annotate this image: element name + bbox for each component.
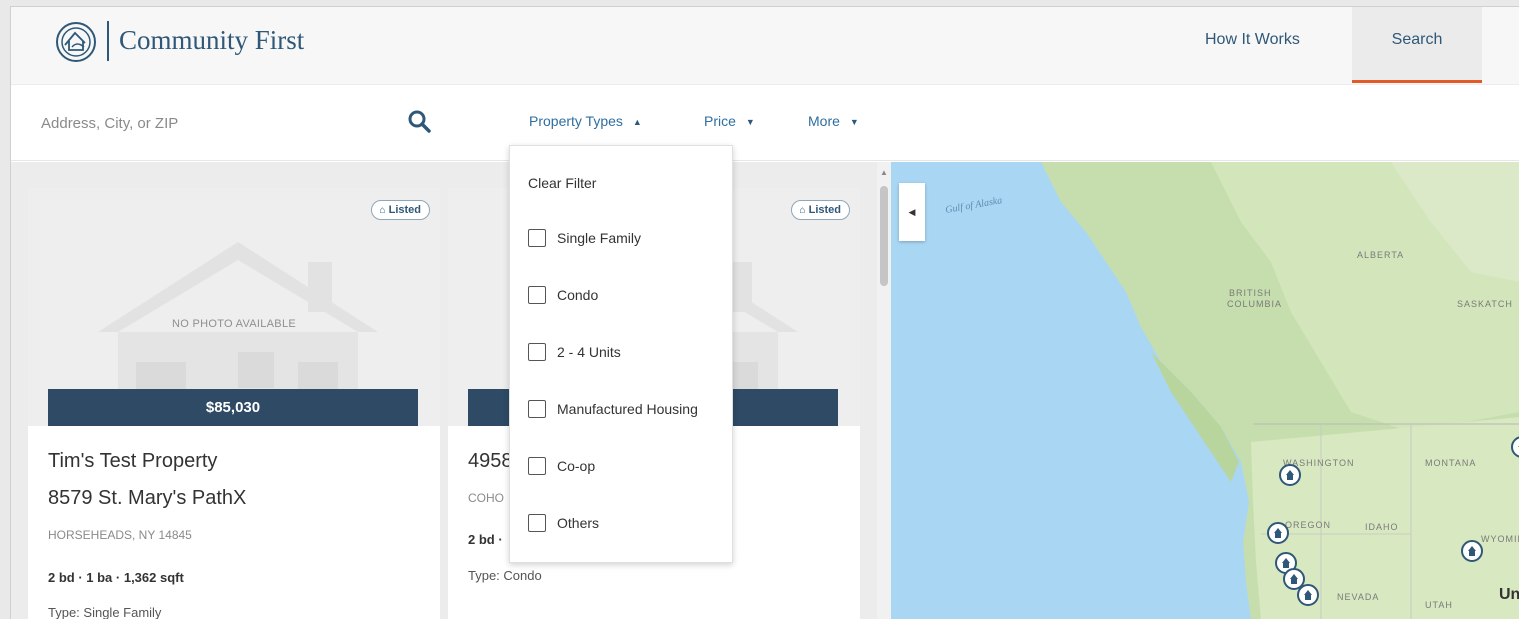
co-op-checkbox[interactable] [528,457,546,475]
map-label-idaho: IDAHO [1365,522,1399,532]
option-label: Others [557,515,600,531]
map-label-montana: MONTANA [1425,458,1477,468]
option-label: Manufactured Housing [557,401,698,417]
map-pin-home-icon[interactable] [1267,522,1289,544]
map-pin-home-icon[interactable] [1279,464,1301,486]
results-scrollbar[interactable]: ▲ [877,162,891,619]
nav-search-tab[interactable]: Search [1352,7,1482,83]
nav-how-it-works[interactable]: How It Works [1205,31,1300,49]
more-label: More [808,113,840,129]
map-label-saskatchewan: SASKATCH [1457,299,1513,309]
map-label-utah: UTAH [1425,600,1453,610]
logo-divider [107,21,109,61]
map-label-oregon: OREGON [1285,520,1332,530]
option-label: Co-op [557,458,596,474]
map-label-bc: BRITISH [1229,288,1272,298]
listing-price: $85,030 [48,389,418,426]
map-pin-home-icon[interactable] [1461,540,1483,562]
search-input[interactable] [41,107,381,139]
listing-card[interactable]: NO PHOTO AVAILABLE ⌂ Listed $85,030 Tim's… [28,188,440,619]
brand-name[interactable]: Community First [119,25,304,56]
option-label: 2 - 4 Units [557,344,621,360]
search-icon[interactable] [407,109,431,133]
others-checkbox[interactable] [528,514,546,532]
single-family-checkbox[interactable] [528,229,546,247]
listed-badge: ⌂ Listed [370,200,430,220]
caret-down-icon: ▼ [745,117,755,128]
community-first-logo-icon[interactable] [55,21,97,63]
home-icon: ⌂ [799,205,806,216]
filter-bar: Property Types ▲ Price ▼ More ▼ [11,85,1519,161]
option-label: Single Family [557,230,642,246]
property-types-dropdown: Clear Filter Single Family Condo 2 - 4 U… [509,145,733,563]
option-label: Condo [557,287,599,303]
listing-city: COHO [468,491,504,505]
listing-details: 2 bd · [468,532,503,547]
price-filter-button[interactable]: Price ▼ [704,113,755,129]
map-label-nevada: NEVADA [1337,592,1380,602]
map-view[interactable]: Gulf of Alaska ALBERTA BRITISH COLUMBIA … [891,162,1519,619]
scroll-thumb[interactable] [880,186,888,286]
browser-frame: Community First How It Works Search Prop… [10,6,1519,619]
listing-title[interactable]: Tim's Test Property [48,450,217,473]
badge-label: Listed [808,204,841,216]
listing-photo-placeholder[interactable]: NO PHOTO AVAILABLE ⌂ Listed $85,030 [28,188,440,426]
listing-results: NO PHOTO AVAILABLE ⌂ Listed $85,030 Tim's… [11,162,877,619]
manufactured-housing-checkbox[interactable] [528,400,546,418]
units-checkbox[interactable] [528,343,546,361]
caret-left-icon: ◀ [908,207,916,217]
listing-type: Type: Condo [468,568,542,583]
listing-title[interactable]: 4958 [468,450,513,473]
map-terrain [1041,162,1519,619]
condo-checkbox[interactable] [528,286,546,304]
listing-address[interactable]: 8579 St. Mary's PathX [48,487,246,510]
site-header: Community First How It Works Search [11,7,1519,85]
caret-down-icon: ▼ [849,117,859,128]
no-photo-text: NO PHOTO AVAILABLE [172,318,296,330]
home-icon: ⌂ [379,205,386,216]
listing-city: HORSEHEADS, NY 14845 [48,528,192,542]
caret-up-icon: ▲ [632,117,642,128]
price-label: Price [704,113,736,129]
listed-badge: ⌂ Listed [790,200,850,220]
scroll-up-arrow-icon[interactable]: ▲ [880,168,888,177]
badge-label: Listed [388,204,421,216]
map-pin-home-icon[interactable] [1297,584,1319,606]
collapse-map-button[interactable]: ◀ [899,183,925,241]
listing-type: Type: Single Family [48,605,162,619]
map-label-united-states: Un [1499,586,1519,603]
nav-search-label: Search [1391,31,1443,48]
map-label-alberta: ALBERTA [1357,250,1405,260]
more-filter-button[interactable]: More ▼ [808,113,859,129]
listing-details: 2 bd · 1 ba · 1,362 sqft [48,570,184,585]
map-label-bc-2: COLUMBIA [1227,299,1283,309]
property-types-filter-button[interactable]: Property Types ▲ [529,113,642,129]
clear-filter-link[interactable]: Clear Filter [528,175,596,191]
map-label-wyoming: WYOMING [1481,534,1519,544]
property-types-label: Property Types [529,113,623,129]
